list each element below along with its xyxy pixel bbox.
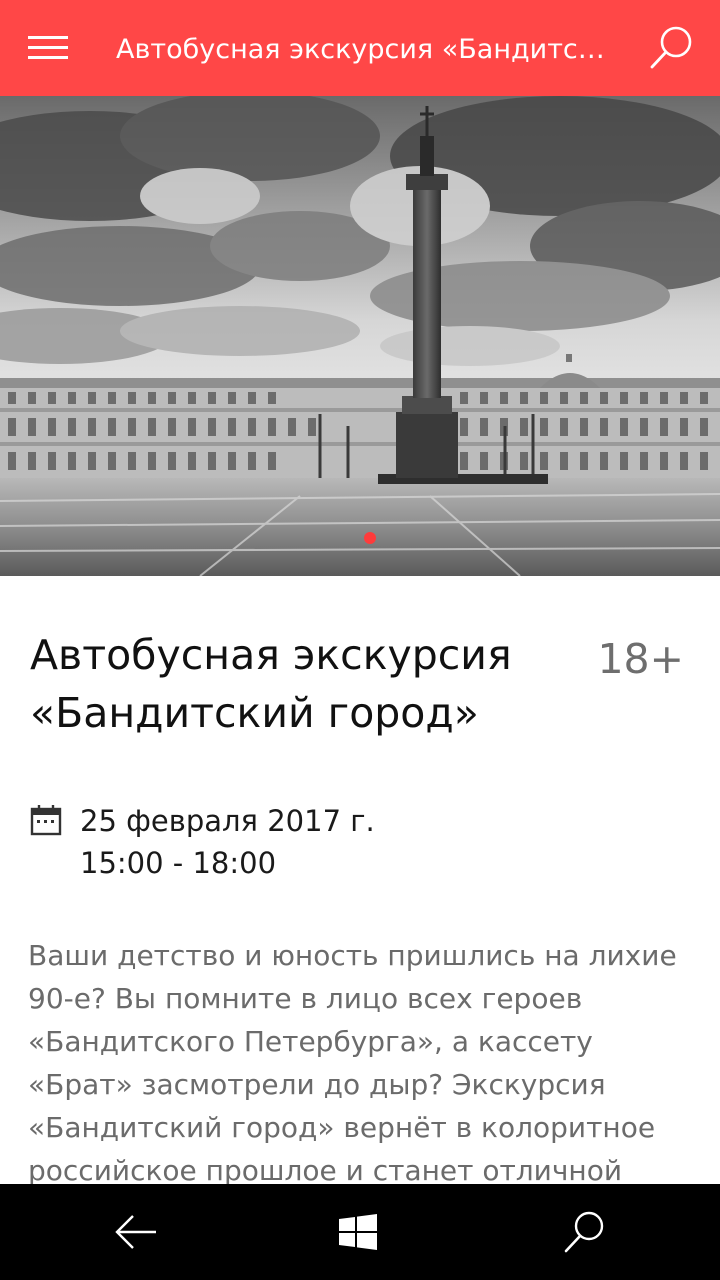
search-icon[interactable]	[640, 22, 700, 74]
event-details-screen: Автобусная экскурсия «Бандитск… Автобусн…	[0, 0, 720, 1280]
age-rating-badge: 18+	[597, 635, 684, 683]
app-bar-title: Автобусная экскурсия «Бандитск…	[116, 34, 616, 65]
carousel-pager-dot[interactable]	[364, 532, 376, 544]
calendar-icon	[30, 804, 62, 836]
windows-logo-icon[interactable]	[298, 1184, 418, 1280]
event-date: 25 февраля 2017 г.	[80, 804, 375, 838]
system-nav-bar	[0, 1184, 720, 1280]
event-title: Автобусная экскурсия «Бандитский город»	[30, 631, 512, 737]
back-arrow-icon[interactable]	[76, 1184, 196, 1280]
hero-photo	[0, 96, 720, 576]
hamburger-menu-icon[interactable]	[20, 26, 76, 70]
event-time: 15:00 - 18:00	[80, 846, 277, 880]
hero-image[interactable]	[0, 96, 720, 576]
app-bar: Автобусная экскурсия «Бандитск…	[0, 0, 720, 96]
event-schedule: 25 февраля 2017 г. 15:00 - 18:00	[80, 800, 375, 884]
search-icon[interactable]	[524, 1184, 644, 1280]
